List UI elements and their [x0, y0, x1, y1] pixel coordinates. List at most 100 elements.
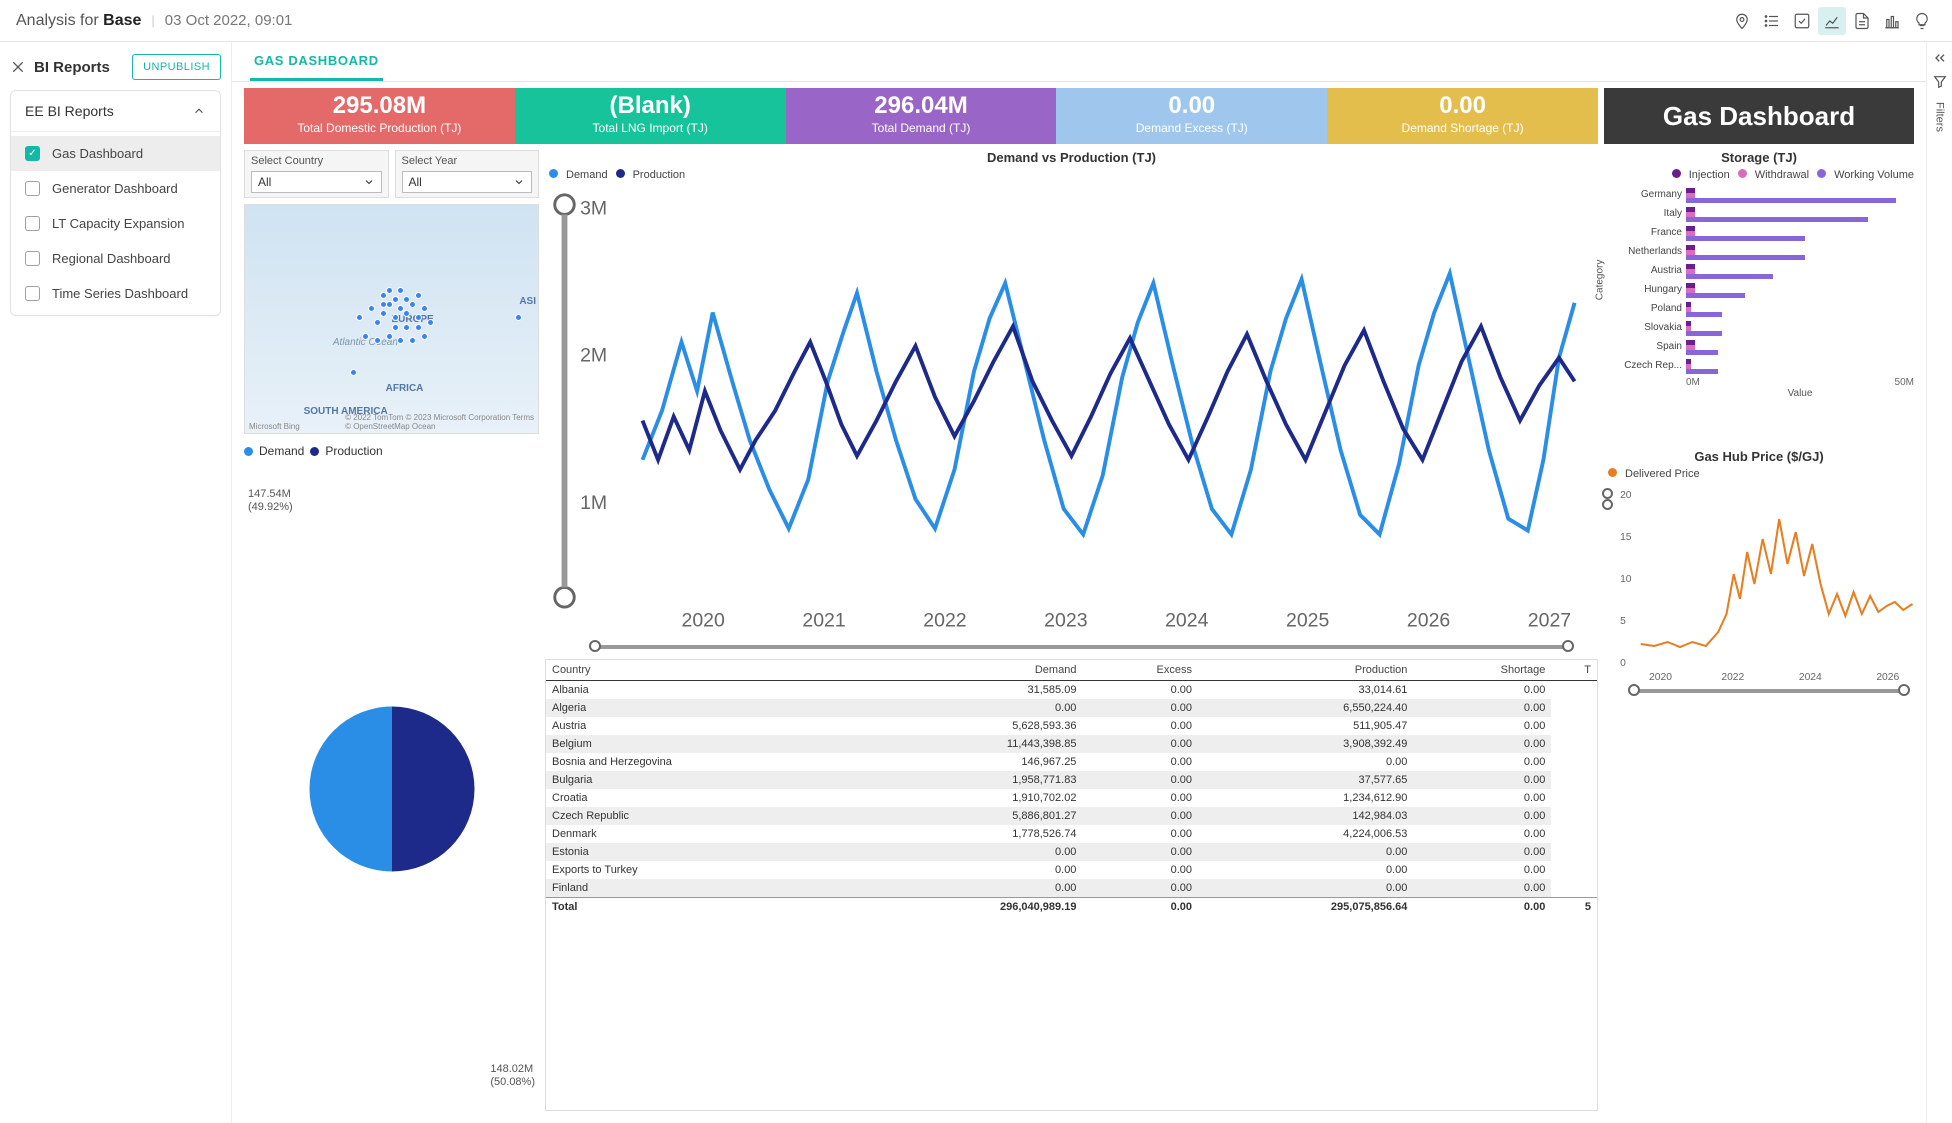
table-row[interactable]: Exports to Turkey0.000.000.000.00: [546, 861, 1597, 879]
svg-text:0: 0: [1620, 658, 1626, 669]
svg-text:10: 10: [1620, 574, 1632, 585]
bar: [1686, 217, 1868, 222]
total-cell: 5: [1551, 897, 1597, 916]
dot-icon: [1672, 169, 1681, 178]
country-dropdown[interactable]: All: [251, 171, 382, 193]
storage-bar-row: Hungary: [1608, 280, 1914, 299]
checkbox-icon[interactable]: [25, 146, 40, 161]
reports-card-header[interactable]: EE BI Reports: [11, 91, 220, 132]
storage-ylabel: Category: [1595, 260, 1606, 301]
slider-handle-left[interactable]: [589, 640, 601, 652]
column-header[interactable]: Production: [1198, 660, 1413, 681]
kpi-3: 0.00Demand Excess (TJ): [1056, 88, 1327, 144]
map-dot: [386, 333, 393, 340]
sidebar-item-gas-dashboard[interactable]: Gas Dashboard: [11, 136, 220, 171]
sidebar-item-time-series-dashboard[interactable]: Time Series Dashboard: [11, 276, 220, 311]
tab-gas-dashboard[interactable]: GAS DASHBOARD: [250, 43, 383, 81]
dot-icon: [1608, 468, 1617, 477]
column-header[interactable]: Demand: [867, 660, 1082, 681]
storage-bar-row: Spain: [1608, 337, 1914, 356]
pie-chart: 147.54M(49.92%) 148.02M(50.08%): [244, 466, 539, 1111]
main-content: GAS DASHBOARD 295.08MTotal Domestic Prod…: [232, 42, 1926, 1123]
table-row[interactable]: Bosnia and Herzegovina146,967.250.000.00…: [546, 753, 1597, 771]
sidebar-item-label: Regional Dashboard: [52, 251, 171, 266]
checkbox-icon[interactable]: [25, 251, 40, 266]
slider-handle-left[interactable]: [1628, 684, 1640, 696]
column-header[interactable]: Country: [546, 660, 867, 681]
map-dot: [397, 287, 404, 294]
total-cell: 296,040,989.19: [867, 897, 1082, 916]
dot-icon: [1738, 169, 1747, 178]
price-chart[interactable]: 20151050 2020202220242026: [1604, 484, 1914, 1111]
collapse-icon[interactable]: [1932, 50, 1948, 66]
price-legend: Delivered Price: [1608, 468, 1914, 480]
location-icon[interactable]: [1728, 7, 1756, 35]
map-dot: [409, 301, 416, 308]
year-dropdown[interactable]: All: [402, 171, 533, 193]
table-row[interactable]: Finland0.000.000.000.00: [546, 879, 1597, 898]
table-row[interactable]: Croatia1,910,702.020.001,234,612.900.00: [546, 789, 1597, 807]
sidebar-item-regional-dashboard[interactable]: Regional Dashboard: [11, 241, 220, 276]
sidebar-title: BI Reports: [34, 59, 110, 76]
demand-production-chart[interactable]: 3M 2M 1M 2020202120222023202420252026202…: [545, 185, 1598, 637]
slider-handle-right[interactable]: [1562, 640, 1574, 652]
sidebar-item-generator-dashboard[interactable]: Generator Dashboard: [11, 171, 220, 206]
map-dot: [421, 333, 428, 340]
bulb-icon[interactable]: [1908, 7, 1936, 35]
map-label-asia: ASI: [519, 296, 536, 307]
time-slider[interactable]: [595, 645, 1568, 649]
close-icon[interactable]: [10, 59, 26, 75]
column-header[interactable]: Excess: [1082, 660, 1198, 681]
storage-chart[interactable]: Category GermanyItalyFranceNetherlandsAu…: [1604, 185, 1914, 445]
svg-text:2020: 2020: [1649, 672, 1672, 683]
document-icon[interactable]: [1848, 7, 1876, 35]
svg-text:2023: 2023: [1044, 610, 1087, 632]
column-header[interactable]: T: [1551, 660, 1597, 681]
price-slider[interactable]: [1634, 689, 1904, 693]
kpi-value: 0.00: [1333, 92, 1592, 120]
total-cell: Total: [546, 897, 867, 916]
svg-text:5: 5: [1620, 616, 1626, 627]
map[interactable]: EUROPE AFRICA SOUTH AMERICA Atlantic Oce…: [244, 204, 539, 434]
table-row[interactable]: Bulgaria1,958,771.830.0037,577.650.00: [546, 771, 1597, 789]
storage-title: Storage (TJ): [1604, 150, 1914, 165]
checkbox-icon[interactable]: [25, 216, 40, 231]
total-cell: 295,075,856.64: [1198, 897, 1413, 916]
kpi-value: (Blank): [521, 92, 780, 120]
country-table[interactable]: CountryDemandExcessProductionShortageT A…: [545, 659, 1598, 1112]
check-box-icon[interactable]: [1788, 7, 1816, 35]
column-header[interactable]: Shortage: [1413, 660, 1551, 681]
table-row[interactable]: Estonia0.000.000.000.00: [546, 843, 1597, 861]
title-prefix: Analysis for: [16, 12, 99, 29]
legend-demand: Demand: [259, 444, 304, 458]
storage-bar-row: Poland: [1608, 299, 1914, 318]
country-selector: Select Country All: [244, 150, 389, 198]
svg-text:2025: 2025: [1286, 610, 1329, 632]
map-label-africa: AFRICA: [386, 383, 424, 394]
checkbox-icon[interactable]: [25, 286, 40, 301]
table-row[interactable]: Austria5,628,593.360.00511,905.470.00: [546, 717, 1597, 735]
svg-text:15: 15: [1620, 532, 1632, 543]
svg-text:2M: 2M: [580, 345, 607, 367]
checkbox-icon[interactable]: [25, 181, 40, 196]
sidebar-item-lt-capacity-expansion[interactable]: LT Capacity Expansion: [11, 206, 220, 241]
table-row[interactable]: Albania31,585.090.0033,014.610.00: [546, 680, 1597, 699]
kpi-value: 296.04M: [792, 92, 1051, 120]
map-dot: [380, 301, 387, 308]
table-row[interactable]: Denmark1,778,526.740.004,224,006.530.00: [546, 825, 1597, 843]
kpi-label: Demand Excess (TJ): [1062, 121, 1321, 135]
map-dot: [415, 292, 422, 299]
table-row[interactable]: Belgium11,443,398.850.003,908,392.490.00: [546, 735, 1597, 753]
unpublish-button[interactable]: UNPUBLISH: [132, 54, 221, 80]
dot-icon: [616, 169, 625, 178]
slider-handle-right[interactable]: [1898, 684, 1910, 696]
filter-icon[interactable]: [1932, 74, 1948, 90]
category-label: France: [1608, 227, 1686, 238]
table-row[interactable]: Czech Republic5,886,801.270.00142,984.03…: [546, 807, 1597, 825]
chart-view-icon[interactable]: [1818, 7, 1846, 35]
table-row[interactable]: Algeria0.000.006,550,224.400.00: [546, 699, 1597, 717]
bar-chart-icon[interactable]: [1878, 7, 1906, 35]
map-dot: [350, 369, 357, 376]
card-title: EE BI Reports: [25, 103, 192, 119]
list-icon[interactable]: [1758, 7, 1786, 35]
